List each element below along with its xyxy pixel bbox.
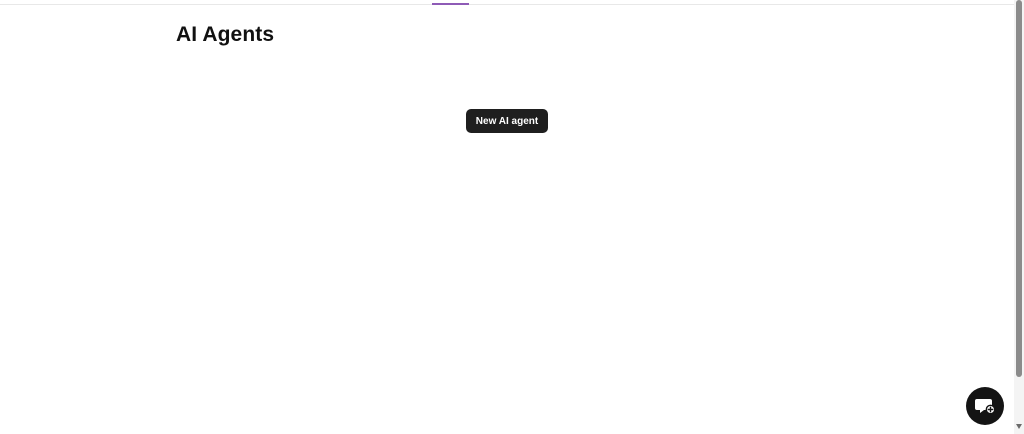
new-ai-agent-button[interactable]: New AI agent [466,109,548,133]
chat-bubble-add-icon [975,399,996,415]
scroll-down-arrow-icon[interactable] [1016,424,1022,429]
top-nav-bar [0,0,1014,5]
scrollbar-thumb[interactable] [1016,0,1022,377]
active-tab-indicator [432,3,469,5]
chat-launcher-button[interactable] [966,387,1004,425]
vertical-scrollbar[interactable] [1014,0,1024,434]
page-title: AI Agents [176,23,275,46]
page: AI Agents New AI agent [0,0,1024,434]
